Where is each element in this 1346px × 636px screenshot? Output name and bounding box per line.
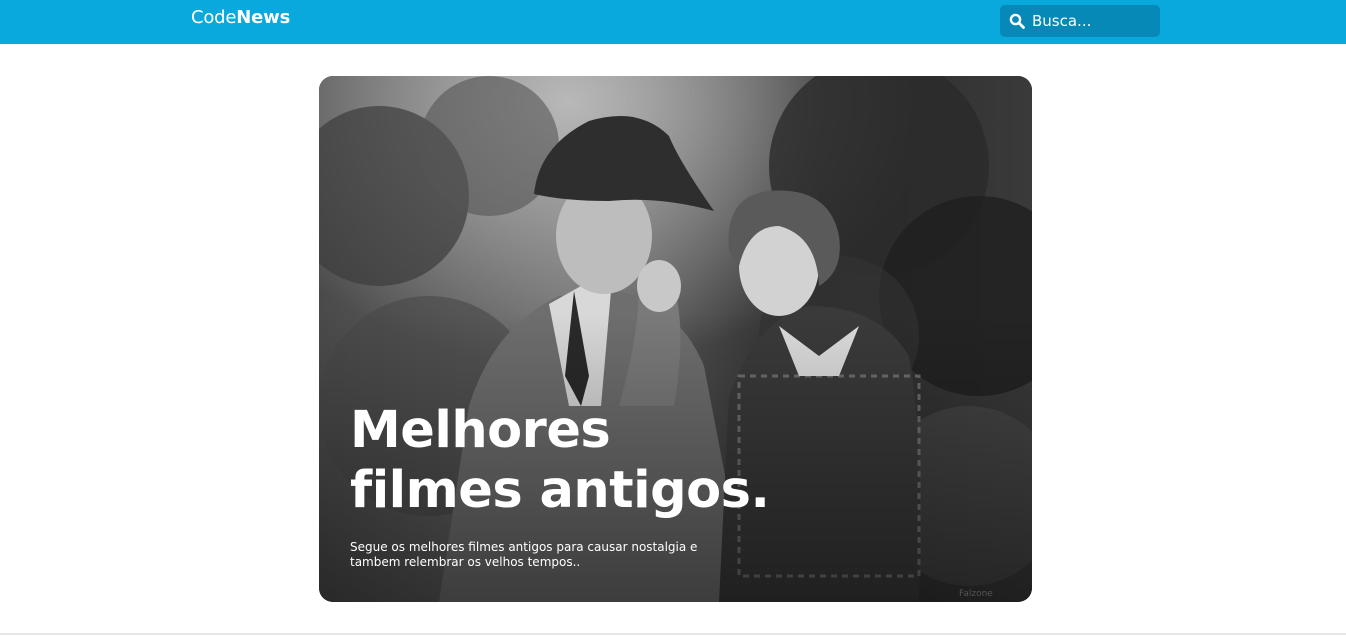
hero-overlay (319, 76, 1032, 602)
site-logo[interactable]: CodeNews (191, 7, 290, 28)
search-icon[interactable] (1009, 13, 1025, 29)
search-input[interactable] (1032, 7, 1150, 35)
hero-title-line2: filmes antigos. (350, 461, 770, 520)
search-box[interactable] (1000, 5, 1160, 37)
hero-title[interactable]: Melhores filmes antigos. (350, 401, 810, 521)
hero-title-line1: Melhores (350, 401, 611, 460)
hero-description: Segue os melhores filmes antigos para ca… (350, 540, 698, 569)
hero-card[interactable]: Falzone Melhores filmes antigos. Segue o… (319, 76, 1032, 602)
top-navbar: CodeNews (0, 0, 1346, 44)
logo-text-bold: News (236, 7, 291, 28)
logo-text-light: Code (191, 7, 237, 28)
page-divider (0, 633, 1346, 635)
